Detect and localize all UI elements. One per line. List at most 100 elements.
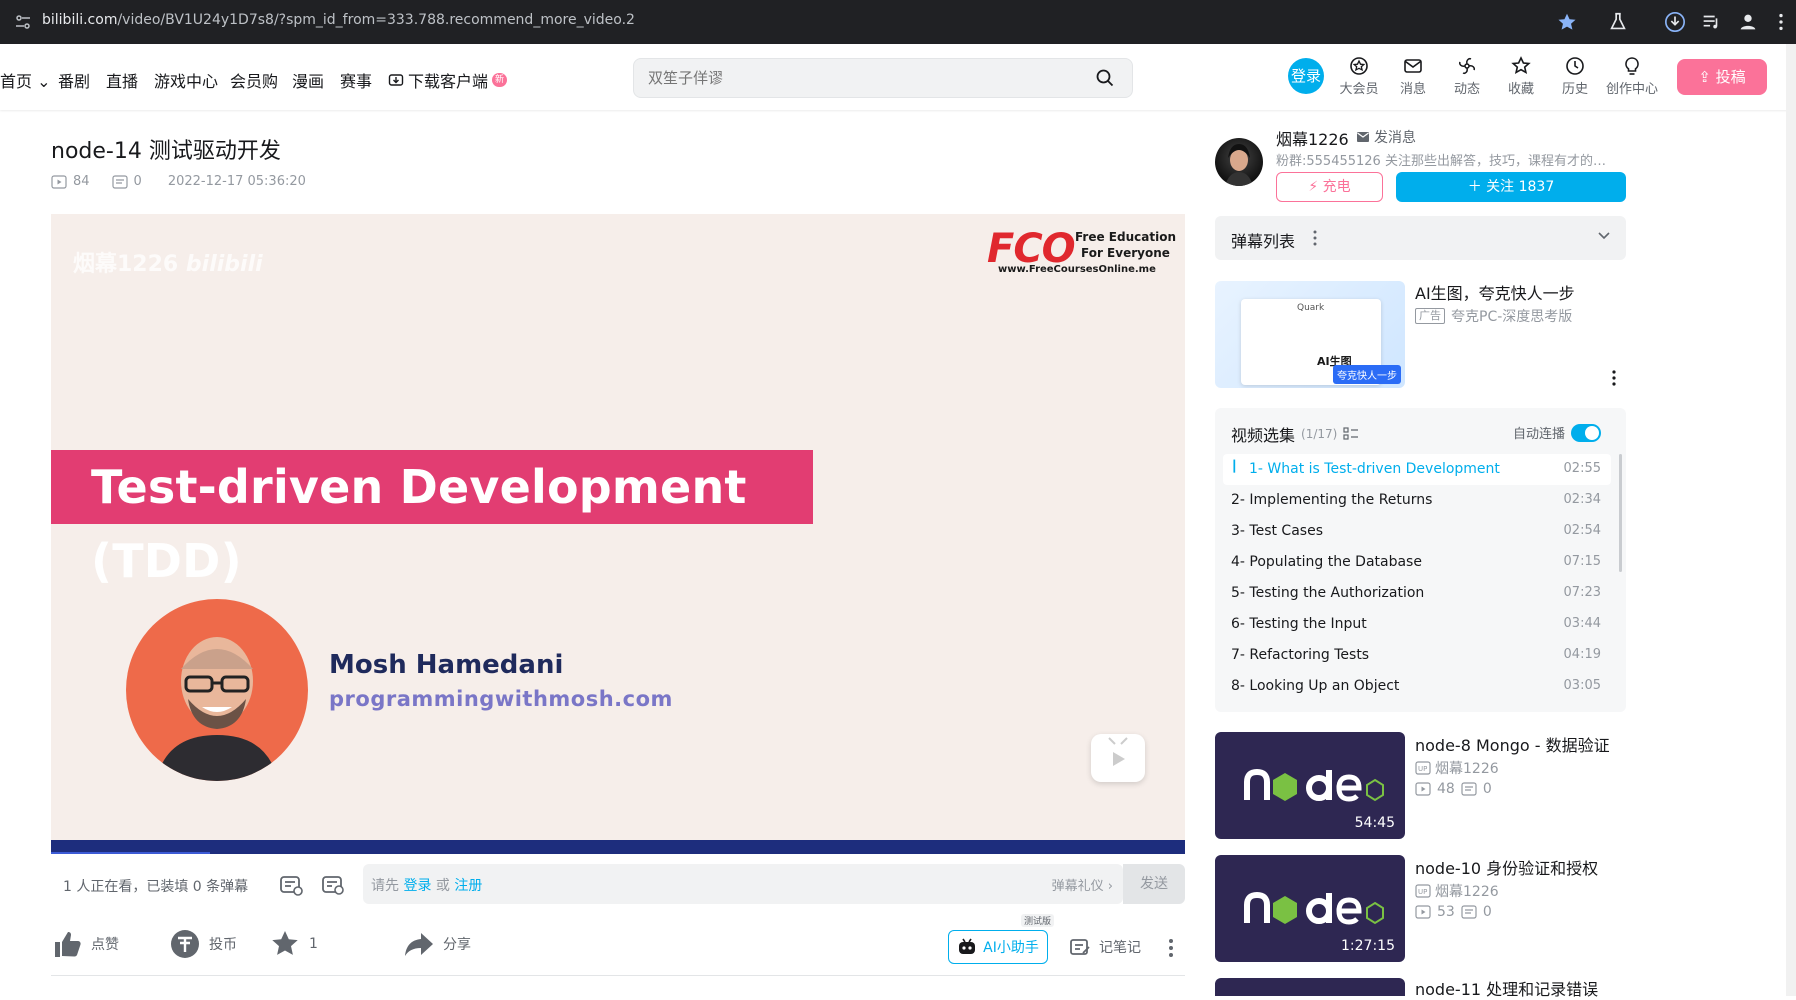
- rec-thumbnail[interactable]: [1215, 978, 1405, 996]
- nav-bangumi[interactable]: 番剧: [58, 68, 90, 92]
- favorites-button[interactable]: 收藏: [1497, 56, 1545, 97]
- login-avatar-button[interactable]: 登录: [1288, 58, 1324, 94]
- nav-live[interactable]: 直播: [106, 68, 138, 92]
- rec-thumbnail[interactable]: 1:27:15: [1215, 855, 1405, 962]
- nav-mall[interactable]: 会员购: [230, 68, 278, 92]
- episode-item[interactable]: 6- Testing the Input 03:44: [1223, 609, 1611, 640]
- svg-text:UP: UP: [1418, 765, 1427, 773]
- autoplay-toggle[interactable]: 自动连播: [1513, 423, 1602, 442]
- messages-button[interactable]: 消息: [1389, 56, 1437, 97]
- vip-button[interactable]: 大会员: [1335, 56, 1383, 97]
- fco-line1: Free Education: [1075, 230, 1176, 244]
- rec-stats: 48 0: [1415, 781, 1492, 797]
- rec-danmaku: 0: [1482, 904, 1492, 920]
- watermark: 烟幕1226 bilibili: [73, 246, 263, 278]
- profile-icon[interactable]: [1737, 11, 1759, 33]
- search-input[interactable]: [634, 59, 1074, 97]
- rec-title[interactable]: node-11 处理和记录错误: [1415, 976, 1598, 1000]
- playlist-header: 视频选集 (1/17): [1231, 422, 1359, 446]
- view-count: 84: [73, 174, 90, 189]
- progress-bar[interactable]: [51, 840, 1185, 854]
- episode-item[interactable]: ┃ 1- What is Test-driven Development 02:55: [1223, 454, 1611, 485]
- follow-button[interactable]: ＋ 关注 1837: [1396, 172, 1626, 202]
- danmaku-count-icon: [1461, 905, 1477, 919]
- danmaku-login-link[interactable]: 登录: [403, 878, 431, 894]
- menu-dots-icon[interactable]: [1770, 11, 1792, 33]
- episode-name: 6- Testing the Input: [1231, 616, 1367, 632]
- like-button[interactable]: 点赞: [51, 928, 119, 960]
- download-icon[interactable]: [1664, 11, 1686, 33]
- uploader-name[interactable]: 烟幕1226: [1276, 126, 1349, 150]
- coin-button[interactable]: 投币: [169, 928, 237, 960]
- video-player[interactable]: 烟幕1226 bilibili FCO Free Education For E…: [51, 214, 1185, 854]
- history-button[interactable]: 历史: [1551, 56, 1599, 97]
- upload-button[interactable]: ⇪ 投稿: [1677, 59, 1767, 95]
- episode-item[interactable]: 5- Testing the Authorization 07:23: [1223, 578, 1611, 609]
- rec-title[interactable]: node-8 Mongo - 数据验证: [1415, 732, 1610, 756]
- page-scrollbar[interactable]: [1786, 44, 1796, 996]
- play-count-icon: [51, 174, 67, 189]
- danmaku-input[interactable]: 请先 登录 或 注册 弹幕礼仪 ›: [363, 864, 1123, 904]
- rec-uploader[interactable]: UP 烟幕1226: [1415, 758, 1499, 778]
- danmaku-etiquette-link[interactable]: 弹幕礼仪 ›: [1052, 875, 1113, 894]
- ai-assistant-button[interactable]: AI小助手: [948, 930, 1048, 964]
- nav-download-client[interactable]: 下载客户端 新: [388, 68, 508, 92]
- site-info-icon[interactable]: [14, 13, 32, 31]
- nav-manga[interactable]: 漫画: [292, 68, 324, 92]
- ad-title[interactable]: AI生图，夸克快人一步: [1415, 280, 1575, 304]
- vip-label: 大会员: [1339, 82, 1379, 97]
- episode-item[interactable]: 3- Test Cases 02:54: [1223, 516, 1611, 547]
- rec-uploader[interactable]: UP 烟幕1226: [1415, 881, 1499, 901]
- send-danmaku-button[interactable]: 发送: [1123, 864, 1185, 904]
- chevron-down-icon[interactable]: [1598, 232, 1610, 240]
- share-button[interactable]: 分享: [403, 928, 471, 960]
- rec-title[interactable]: node-10 身份验证和授权: [1415, 855, 1598, 879]
- history-label: 历史: [1561, 82, 1588, 97]
- rec-uploader-name: 烟幕1226: [1435, 761, 1499, 777]
- lightbulb-icon: [1625, 57, 1639, 75]
- share-label: 分享: [443, 937, 471, 953]
- bilibili-tv-icon[interactable]: [1091, 734, 1145, 782]
- episode-item[interactable]: 8- Looking Up an Object 03:05: [1223, 671, 1611, 702]
- playlist-scrollbar[interactable]: [1619, 454, 1622, 572]
- autoplay-switch[interactable]: [1571, 423, 1602, 442]
- charge-label: 充电: [1322, 179, 1351, 195]
- danmaku-toggle-icon[interactable]: [279, 873, 303, 897]
- labs-flask-icon[interactable]: [1607, 11, 1629, 33]
- address-bar[interactable]: bilibili.com/video/BV1U24y1D7s8/?spm_id_…: [42, 12, 635, 28]
- search-icon[interactable]: [1096, 69, 1114, 87]
- episode-item[interactable]: 7- Refactoring Tests 04:19: [1223, 640, 1611, 671]
- danmaku-list-title: 弹幕列表: [1231, 232, 1296, 251]
- rec-thumbnail[interactable]: 54:45: [1215, 732, 1405, 839]
- more-dots-icon[interactable]: [1168, 938, 1174, 958]
- danmaku-register-link[interactable]: 注册: [454, 878, 482, 894]
- autoplay-label: 自动连播: [1513, 427, 1566, 442]
- list-view-icon[interactable]: [1343, 427, 1359, 441]
- uploader-avatar[interactable]: [1215, 138, 1263, 186]
- danmaku-list-panel[interactable]: 弹幕列表: [1215, 216, 1626, 260]
- dynamics-button[interactable]: 动态: [1443, 56, 1491, 97]
- favorite-count: 1: [309, 936, 318, 952]
- episode-item[interactable]: 2- Implementing the Returns 02:34: [1223, 485, 1611, 516]
- upload-cloud-icon: ⇪: [1698, 68, 1711, 86]
- ad-thumbnail[interactable]: Quark AI生图 夸克快人一步: [1215, 281, 1405, 388]
- send-message-button[interactable]: 发消息: [1356, 127, 1416, 147]
- danmaku-settings-icon[interactable]: [321, 873, 345, 897]
- fco-line2: For Everyone: [1081, 246, 1170, 260]
- favorite-button[interactable]: 1: [269, 928, 318, 960]
- nav-esports[interactable]: 赛事: [340, 68, 372, 92]
- up-badge-icon: UP: [1415, 761, 1431, 775]
- download-client-label: 下载客户端: [408, 72, 489, 91]
- media-queue-icon[interactable]: [1700, 11, 1722, 33]
- note-button[interactable]: 记笔记: [1069, 936, 1141, 958]
- danmaku-list-menu-icon[interactable]: [1313, 230, 1317, 246]
- creator-center-button[interactable]: 创作中心: [1605, 56, 1659, 97]
- ad-more-icon[interactable]: [1612, 370, 1616, 386]
- episode-item[interactable]: 4- Populating the Database 07:15: [1223, 547, 1611, 578]
- coin-icon: [171, 930, 199, 958]
- nav-game-center[interactable]: 游戏中心: [154, 68, 218, 92]
- episode-name: 1- What is Test-driven Development: [1249, 461, 1500, 477]
- nav-home[interactable]: 首页 ⌄: [0, 68, 51, 92]
- bookmark-star-icon[interactable]: [1556, 11, 1578, 33]
- charge-button[interactable]: ⚡ 充电: [1276, 172, 1383, 202]
